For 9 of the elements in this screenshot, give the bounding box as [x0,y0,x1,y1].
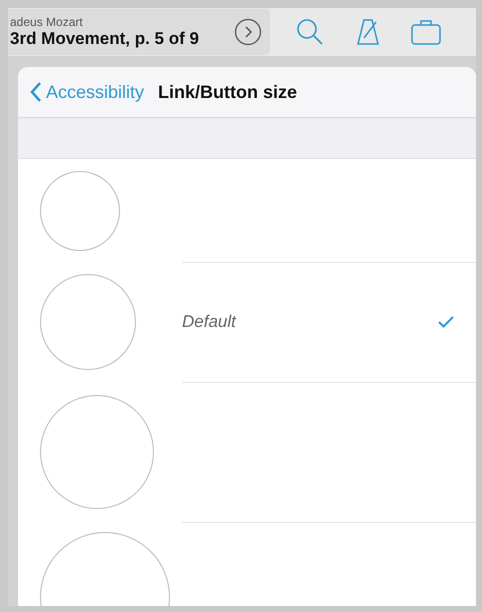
score-title: 3rd Movement, p. 5 of 9 [10,29,199,49]
chevron-left-icon [30,81,42,103]
composer-text: adeus Mozart [10,15,84,29]
popover-title: Link/Button size [158,82,298,102]
forward-circle-icon[interactable] [234,18,262,46]
score-title-bar[interactable]: adeus Mozart 3rd Movement, p. 5 of 9 [8,9,270,55]
back-button[interactable]: Accessibility [30,81,144,103]
checkmark-icon [438,316,454,328]
option-label: Default [182,312,236,332]
